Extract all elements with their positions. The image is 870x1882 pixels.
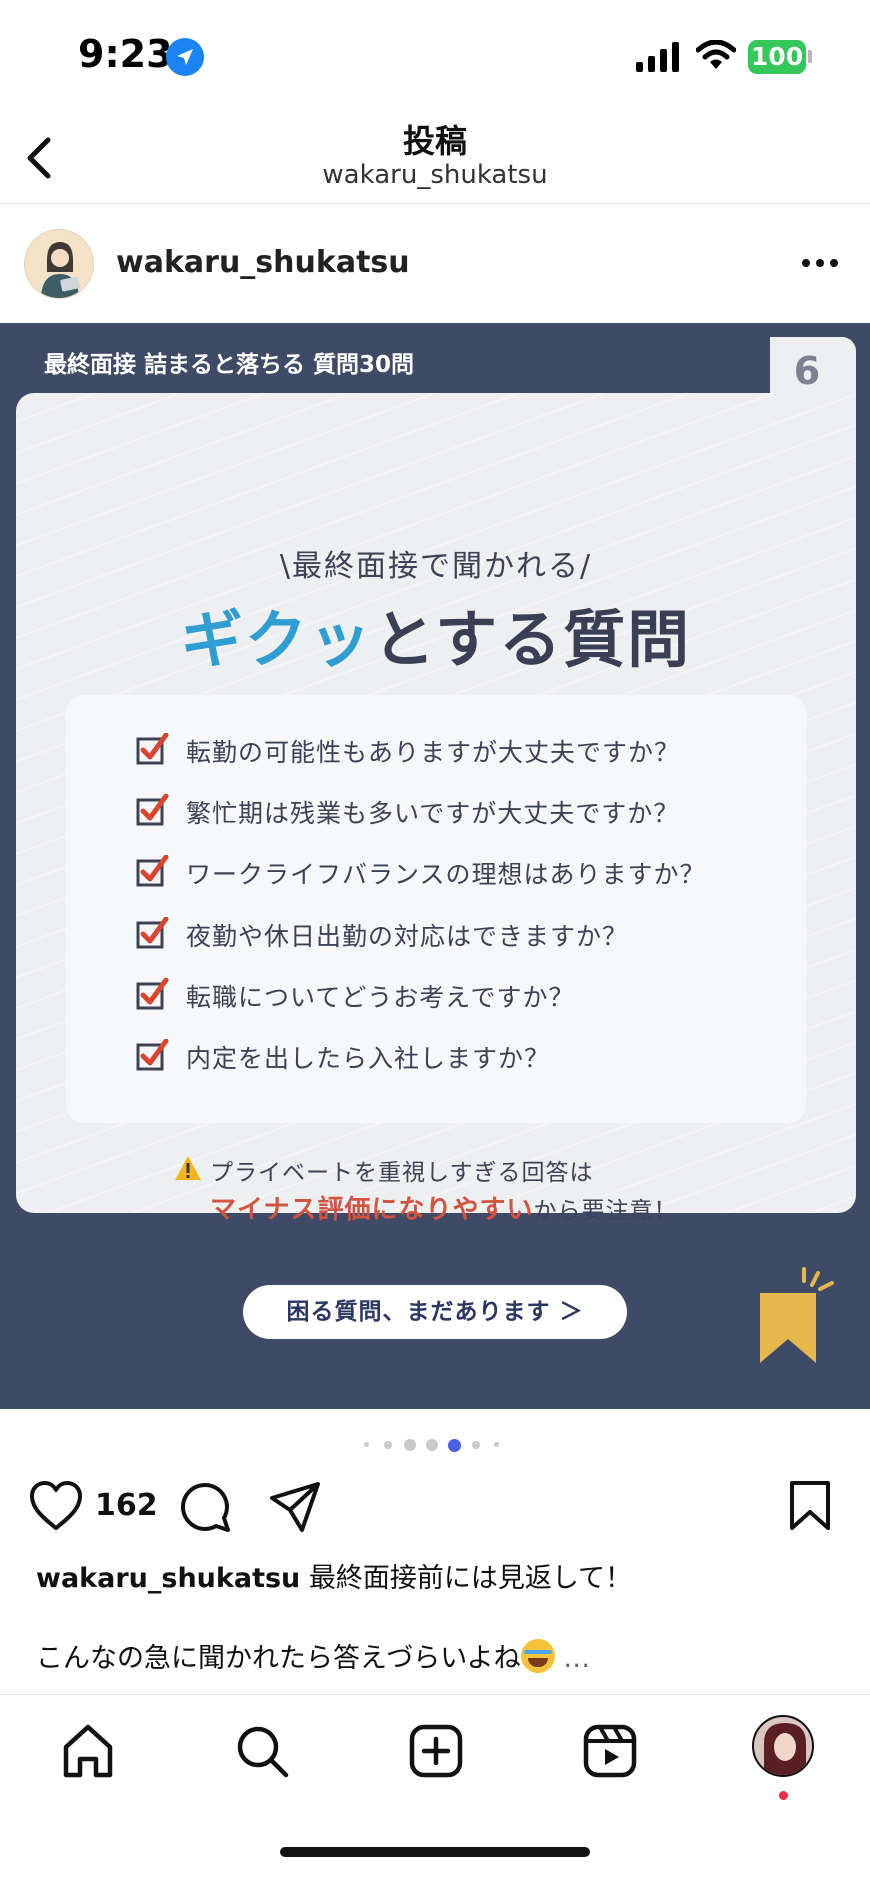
wifi-icon <box>696 40 736 69</box>
slide-series-tag: 最終面接 詰まると落ちる 質問30問 <box>44 352 415 378</box>
bottom-tab-bar <box>0 1694 870 1882</box>
question-list: 転勤の可能性もありますが大丈夫ですか？ 繁忙期は残業も多いですが大丈夫ですか？ … <box>66 695 806 1123</box>
carousel-dot <box>494 1442 499 1447</box>
checkbox-checked-icon <box>136 855 169 887</box>
more-options-button[interactable] <box>796 245 844 281</box>
caption-username[interactable]: wakaru_shukatsu <box>36 1563 300 1594</box>
question-text: 繁忙期は残業も多いですが大丈夫ですか？ <box>186 799 680 828</box>
question-text: 内定を出したら入社しますか？ <box>186 1044 551 1073</box>
warning-text: プライベートを重視しすぎる回答は <box>210 1160 594 1186</box>
post-caption: wakaru_shukatsu 最終面接前には見返して！ <box>36 1556 846 1595</box>
warning-rest-text: から要注意！ <box>533 1198 678 1224</box>
search-icon[interactable] <box>232 1721 292 1781</box>
checkbox-checked-icon <box>136 733 169 765</box>
checkbox-checked-icon <box>136 917 169 949</box>
profile-photo-icon <box>754 1717 812 1775</box>
warning-strong-text: マイナス評価になりやすい <box>210 1195 534 1225</box>
question-text: 夜勤や休日出勤の対応はできますか？ <box>186 922 629 951</box>
home-icon[interactable] <box>58 1721 118 1781</box>
like-count[interactable]: 162 <box>95 1488 158 1523</box>
notification-dot <box>779 1791 788 1800</box>
location-arrow-icon <box>166 38 204 76</box>
carousel-slide[interactable]: 最終面接 詰まると落ちる 質問30問 6 \最終面接で聞かれる/ ギクッとする質… <box>0 323 870 1409</box>
share-send-icon[interactable] <box>268 1480 322 1534</box>
carousel-dot <box>364 1442 369 1447</box>
post-actions: 162 <box>0 1470 870 1544</box>
carousel-dot <box>384 1441 392 1449</box>
question-text: ワークライフバランスの理想はありますか？ <box>186 860 706 889</box>
post-caption-line2: こんなの急に聞かれたら答えづらいよね … <box>36 1636 590 1675</box>
home-indicator <box>280 1847 590 1857</box>
carousel-dot-active <box>448 1439 461 1452</box>
status-time: 9:23 <box>78 32 173 76</box>
slide-kicker: \最終面接で聞かれる/ <box>279 549 593 584</box>
slide-title: ギクッとする質問 <box>16 589 856 679</box>
author-username[interactable]: wakaru_shukatsu <box>116 245 410 280</box>
warning-icon <box>175 1156 201 1180</box>
checkbox-checked-icon <box>136 978 169 1010</box>
cellular-signal-icon <box>636 42 679 72</box>
create-post-icon[interactable] <box>406 1721 466 1781</box>
warning-emphasis-line: マイナス評価になりやすいから要注意！ <box>210 1189 677 1226</box>
reels-icon[interactable] <box>580 1721 640 1781</box>
carousel-pagination <box>362 1436 512 1456</box>
carousel-dot <box>472 1441 480 1449</box>
heart-icon[interactable] <box>28 1480 84 1532</box>
page-title: 投稿 <box>402 122 467 160</box>
post-header: wakaru_shukatsu <box>0 205 870 323</box>
battery-indicator: 100 <box>748 40 806 74</box>
battery-tip <box>808 50 812 63</box>
caption-text: 最終面接前には見返して！ <box>308 1563 633 1594</box>
question-text: 転勤の可能性もありますが大丈夫ですか？ <box>186 738 681 767</box>
slide-title-rest: とする質問 <box>372 603 692 676</box>
author-avatar[interactable] <box>24 229 94 299</box>
ellipsis-icon <box>802 259 838 267</box>
comment-icon[interactable] <box>178 1480 232 1534</box>
illustrated-person-icon <box>25 230 93 298</box>
nav-header: 投稿 wakaru_shukatsu <box>0 110 870 204</box>
caption-line2-text: こんなの急に聞かれたら答えづらいよね <box>36 1643 521 1674</box>
more-questions-cta: 困る質問、まだあります ＞ <box>243 1285 627 1339</box>
slide-page-number: 6 <box>793 349 821 393</box>
profile-avatar[interactable] <box>752 1715 814 1777</box>
checkbox-checked-icon <box>136 1039 169 1071</box>
caption-more[interactable]: … <box>563 1643 590 1674</box>
slide-card: \最終面接で聞かれる/ ギクッとする質問 転勤の可能性もありますが大丈夫ですか？… <box>16 393 856 1225</box>
question-text: 転職についてどうお考えですか？ <box>186 983 575 1012</box>
save-bookmark-illustration-icon <box>760 1267 834 1363</box>
tears-of-joy-emoji-icon <box>520 1639 555 1673</box>
page-subtitle-username[interactable]: wakaru_shukatsu <box>0 160 870 190</box>
status-bar: 9:23 100 <box>0 0 870 110</box>
bookmark-icon[interactable] <box>788 1480 832 1532</box>
carousel-dot <box>426 1439 438 1451</box>
carousel-dot <box>404 1439 416 1451</box>
checkbox-checked-icon <box>136 794 169 826</box>
slide-title-accent: ギクッ <box>180 603 373 676</box>
